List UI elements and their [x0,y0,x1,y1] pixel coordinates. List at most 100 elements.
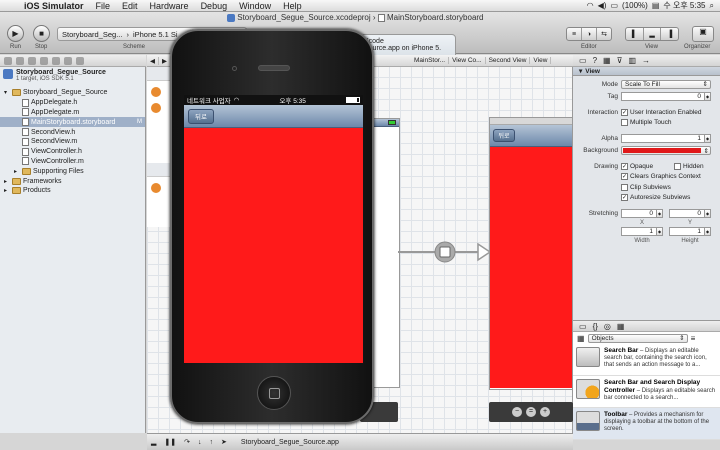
run-button[interactable]: ▶ [7,25,24,42]
spotlight-icon[interactable]: ⌕ [710,1,714,11]
disclosure-triangle-icon[interactable]: ▸ [14,168,20,175]
clip-subviews-checkbox[interactable] [621,183,628,191]
navigator-item[interactable]: ▾ Storyboard_Segue_Source [0,88,145,98]
second-scene[interactable]: 뒤로 [489,117,573,390]
tag-field[interactable]: 0 [621,92,705,102]
navigator-item[interactable]: AppDelegate.h [0,98,145,108]
autoresize-checkbox[interactable]: ✓ [621,194,628,202]
search-navigator-icon[interactable] [28,56,36,65]
menu-edit[interactable]: Edit [116,1,144,11]
stretch-y-stepper[interactable]: ◆ [705,208,711,218]
view-controller-icon[interactable] [151,87,161,97]
version-editor-icon[interactable]: ⇆ [597,28,611,40]
volume-icon[interactable]: ◀) [598,1,607,10]
disclosure-triangle-icon[interactable]: ▸ [4,187,10,194]
simulator-screen[interactable]: 네트워크 사업자 ◠ 오후 5:35 뒤로 [184,95,363,363]
symbol-navigator-icon[interactable] [16,56,24,65]
wifi-icon[interactable]: ◠ [587,1,594,10]
stretch-width-stepper[interactable]: ◆ [657,227,663,237]
step-in-icon[interactable]: ↓ [198,439,202,446]
battery-icon[interactable]: ▭ [610,1,618,10]
organizer-button[interactable]: ▣ [692,26,714,42]
hide-debug-icon[interactable]: ▂ [151,438,156,446]
disclosure-triangle-icon[interactable]: ▾ [4,89,10,96]
navigator-item[interactable]: ▸ Supporting Files [0,166,145,176]
step-over-icon[interactable]: ↷ [184,438,190,446]
stretch-x-field[interactable]: 0 [621,208,657,218]
jump-crumb-storyboard[interactable]: MainStor... [411,57,450,64]
menu-hardware[interactable]: Hardware [144,1,195,11]
file-template-icon[interactable]: ▭ [579,322,587,331]
second-scene-back-button[interactable]: 뒤로 [493,129,515,142]
project-navigator-icon[interactable] [4,56,12,65]
connections-inspector-icon[interactable]: → [642,56,650,65]
navigator-item[interactable]: AppDelegate.m [0,108,145,118]
view-segmented[interactable]: ▌ ▂ ▐ [625,27,679,41]
project-root[interactable]: Storyboard_Segue_Source 1 target, iOS SD… [0,67,145,88]
location-icon[interactable]: ➤ [221,438,227,446]
size-inspector-icon[interactable]: ▥ [628,56,636,65]
jump-crumb-second-view[interactable]: Second View [486,57,531,64]
user-interaction-checkbox[interactable]: ✓ [621,108,628,116]
debug-toggle-icon[interactable]: ▂ [644,28,662,40]
navigator-toggle-icon[interactable]: ▌ [626,28,644,40]
utilities-toggle-icon[interactable]: ▐ [661,28,678,40]
tag-stepper[interactable]: ◆ [705,92,711,102]
multiple-touch-checkbox[interactable] [621,119,628,127]
code-snippet-icon[interactable]: {} [593,322,598,331]
alpha-field[interactable]: 1 [621,133,705,143]
document-outline[interactable] [147,67,171,227]
media-library-icon[interactable]: ▦ [617,322,625,331]
hidden-checkbox[interactable] [674,162,681,170]
segue-connector[interactable] [398,238,490,268]
inspector-section-title[interactable]: ▾ View [573,67,720,76]
navigator-item[interactable]: ▸ Frameworks [0,176,145,186]
menubar-clock[interactable]: 수 오후 5:35 [663,0,705,11]
jump-back-icon[interactable]: ◀ [147,56,159,65]
menu-window[interactable]: Window [233,1,277,11]
list-view-icon[interactable]: ≡ [691,334,696,343]
debug-navigator-icon[interactable] [52,56,60,65]
outline-scene-2[interactable] [147,163,170,177]
navigator-item[interactable]: ▸ Products [0,186,145,196]
log-navigator-icon[interactable] [76,56,84,65]
zoom-in-icon[interactable]: + [540,407,550,417]
breakpoint-navigator-icon[interactable] [64,56,72,65]
help-inspector-icon[interactable]: ? [593,56,597,65]
jump-crumb-view[interactable]: View [530,57,552,64]
menu-app-name[interactable]: iOS Simulator [18,1,90,11]
stretch-height-stepper[interactable]: ◆ [705,227,711,237]
library-item-toolbar[interactable]: Toolbar – Provides a mechanism for displ… [573,408,720,440]
pause-icon[interactable]: ❚❚ [164,438,176,446]
stretch-width-field[interactable]: 1 [621,227,657,237]
background-color-well[interactable]: ⇕ [621,146,711,156]
stretch-x-stepper[interactable]: ◆ [657,208,663,218]
stretch-y-field[interactable]: 0 [669,208,705,218]
input-flag-icon[interactable]: ▤ [652,1,660,10]
file-inspector-icon[interactable]: ▭ [579,56,587,65]
navigator-item[interactable]: SecondView.m [0,137,145,147]
second-view-controller-icon[interactable] [151,183,161,193]
grid-view-icon[interactable]: ▦ [577,334,585,343]
standard-editor-icon[interactable]: ≡ [567,28,582,40]
red-content-view[interactable] [184,128,363,363]
home-button[interactable] [257,376,291,410]
identity-inspector-icon[interactable]: ▦ [603,56,611,65]
library-item-search-bar[interactable]: Search Bar – Displays an editable search… [573,344,720,376]
menu-file[interactable]: File [90,1,117,11]
mode-popup[interactable]: Scale To Fill ⇕ [621,79,711,89]
navigator-item[interactable]: ViewController.m [0,157,145,167]
back-button[interactable]: 뒤로 [188,108,214,124]
library-item-search-display[interactable]: Search Bar and Search Display Controller… [573,376,720,408]
jump-crumb-scene[interactable]: View Co... [449,57,486,64]
editor-segmented[interactable]: ≡ ◑ ⇆ [566,27,612,41]
object-library-icon[interactable]: ◎ [604,322,611,331]
outline-scene-1[interactable] [147,67,170,81]
second-scene-view[interactable] [490,147,572,388]
stop-button[interactable]: ■ [33,25,50,42]
navigator-item[interactable]: ViewController.h [0,147,145,157]
library-selector[interactable]: Objects ⇕ [587,333,688,343]
opaque-checkbox[interactable]: ✓ [621,162,628,170]
menu-help[interactable]: Help [277,1,308,11]
zoom-out-icon[interactable]: − [512,407,522,417]
